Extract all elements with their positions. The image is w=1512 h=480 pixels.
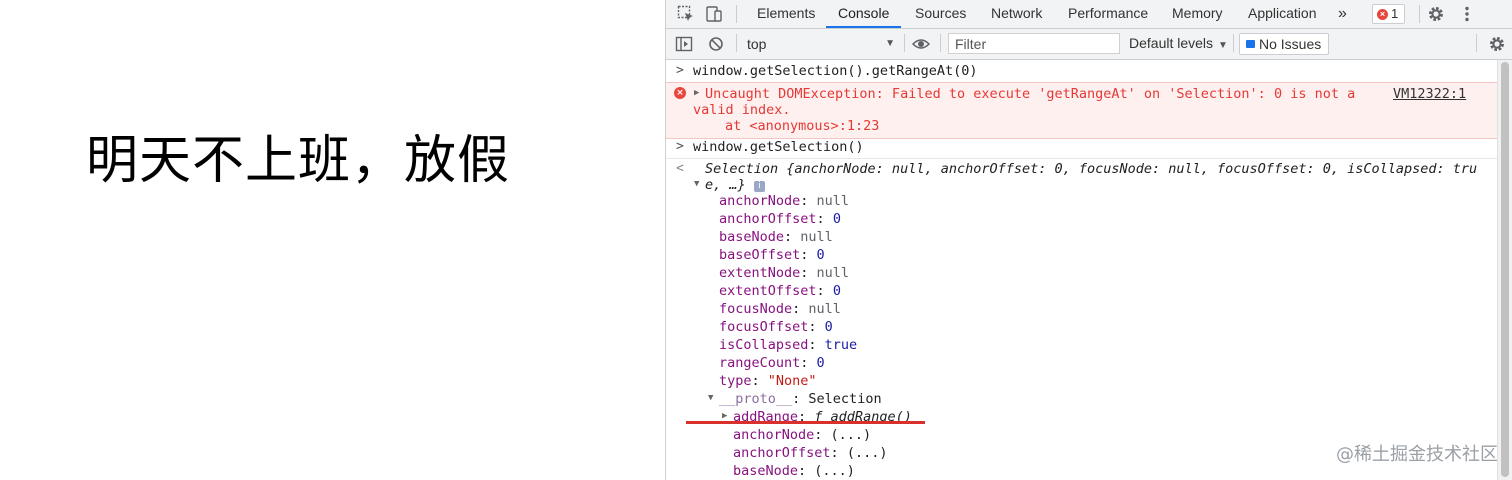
error-text: Uncaught DOMException: Failed to execute… [705,86,1356,102]
property-key: anchorOffset [719,211,817,227]
context-selector[interactable]: top ▼ [747,34,895,54]
console-command[interactable]: window.getSelection() [693,139,864,155]
prompt-chevron-icon: > [676,139,684,154]
filter-input[interactable] [948,33,1120,54]
console-error-message[interactable]: × ▶ Uncaught DOMException: Failed to exe… [666,82,1498,139]
property-value: null [816,193,850,209]
toolbar-divider [940,34,941,52]
toolbar-divider [736,34,737,52]
log-levels-dropdown[interactable]: Default levels ▼ [1129,35,1228,51]
proto-getter-value[interactable]: (...) [847,445,888,461]
toolbar-divider [1476,34,1477,52]
property-value: true [824,337,858,353]
console-scrollbar[interactable] [1497,60,1512,480]
error-icon: × [674,87,686,99]
proto-getter-key: anchorNode [733,427,815,443]
console-output[interactable]: > window.getSelection().getRangeAt(0) × … [666,60,1498,480]
more-tabs-button[interactable]: » [1338,0,1347,28]
property-value: 0 [832,283,841,299]
proto-getter-value[interactable]: (...) [814,463,855,479]
issues-button[interactable]: No Issues [1239,33,1330,55]
expand-triangle-icon[interactable]: ▶ [694,88,699,98]
property-key: baseNode [719,229,785,245]
proto-key: __proto__ [719,391,793,407]
error-stack: at <anonymous>:1:23 [725,118,880,134]
expand-triangle-icon[interactable]: ▶ [722,411,727,421]
error-icon: × [1377,8,1388,20]
proto-getter-key: baseNode [733,463,799,479]
collapse-triangle-icon[interactable]: ▼ [694,179,699,189]
error-text: valid index. [693,102,791,118]
issues-icon [1246,40,1255,48]
property-value: null [808,301,841,317]
watermark: @稀土掘金技术社区 [1336,444,1498,465]
property-value: 0 [824,319,833,335]
web-page: 明天不上班，放假 [0,0,665,480]
prompt-chevron-icon: > [676,63,684,78]
sidebar-toggle-icon[interactable] [674,34,694,54]
selection-summary-end: e, …} [705,177,746,193]
info-icon[interactable]: i [748,177,765,193]
chevron-down-icon: ▼ [885,38,895,49]
toolbar-divider [1233,34,1234,52]
device-toolbar-icon[interactable] [704,4,724,24]
property-value: 0 [816,355,825,371]
console-toolbar: top ▼ Default levels ▼ No Issues [666,29,1512,60]
property-key: extentNode [719,265,801,281]
console-command[interactable]: window.getSelection().getRangeAt(0) [693,63,977,79]
tab-elements[interactable]: Elements [757,0,815,28]
live-expression-eye-icon[interactable] [911,34,931,54]
devtools-panel: Elements Console Sources Network Perform… [665,0,1512,480]
tab-console[interactable]: Console [826,0,902,28]
property-key: baseOffset [719,247,801,263]
chevron-down-icon: ▼ [1218,40,1228,51]
property-key: isCollapsed [719,337,809,353]
proto-getter-value[interactable]: (...) [831,427,872,443]
property-value: null [800,229,833,245]
property-key: focusOffset [719,319,809,335]
error-count: 1 [1391,6,1399,21]
collapse-triangle-icon[interactable]: ▼ [708,393,713,403]
annotation-underline [686,421,925,424]
console-separator [666,158,1498,159]
property-key: rangeCount [719,355,801,371]
context-value: top [747,36,767,52]
error-count-badge[interactable]: × 1 [1372,4,1406,24]
error-source-link[interactable]: VM12322:1 [1393,86,1466,102]
tab-performance[interactable]: Performance [1068,0,1148,28]
proto-getter-key: anchorOffset [733,445,831,461]
settings-gear-icon[interactable] [1426,4,1446,24]
toolbar-divider [1419,5,1420,23]
property-key: type [719,373,752,389]
tab-memory[interactable]: Memory [1172,0,1223,28]
property-key: focusNode [719,301,793,317]
scrollbar-thumb[interactable] [1501,62,1509,477]
property-value: 0 [832,211,841,227]
more-options-icon[interactable] [1457,4,1477,24]
console-settings-gear-icon[interactable] [1487,34,1507,54]
log-levels-label: Default levels [1129,35,1214,51]
result-chevron-icon: < [676,161,684,176]
property-value: null [816,265,850,281]
property-key: extentOffset [719,283,817,299]
clear-console-icon[interactable] [706,34,726,54]
page-text[interactable]: 明天不上班，放假 [86,118,510,193]
toolbar-divider [904,34,905,52]
devtools-tabbar: Elements Console Sources Network Perform… [666,0,1512,29]
property-value: 0 [816,247,825,263]
proto-value: Selection [808,391,882,407]
tab-application[interactable]: Application [1248,0,1317,28]
property-key: anchorNode [719,193,801,209]
tab-sources[interactable]: Sources [915,0,966,28]
issues-label: No Issues [1259,36,1322,52]
inspect-element-icon[interactable] [676,4,696,24]
property-value: "None" [767,373,817,389]
toolbar-divider [736,5,737,23]
tab-network[interactable]: Network [991,0,1042,28]
selection-summary[interactable]: Selection {anchorNode: null, anchorOffse… [705,161,1477,177]
